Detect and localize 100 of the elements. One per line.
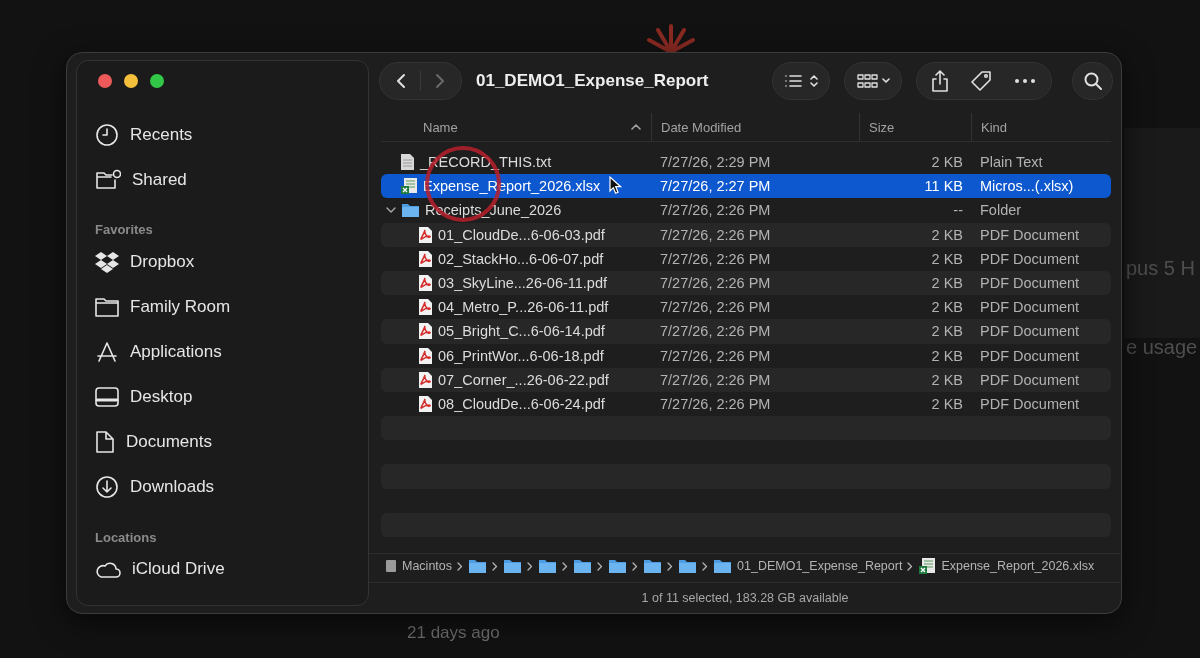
file-name: 08_CloudDe...6-06-24.pdf	[438, 395, 605, 412]
date-cell-text: 7/27/26, 2:29 PM	[659, 154, 772, 171]
close-button[interactable]	[98, 74, 112, 88]
path-separator-icon	[492, 561, 499, 571]
clock-icon	[95, 122, 119, 147]
kind-cell-text: Folder	[979, 202, 1023, 219]
file-row[interactable]: 05_Bright_C...6-06-14.pdf 7/27/26, 2:26 PM 2 KB PDF Document	[381, 319, 1111, 344]
pdf-file-icon	[418, 346, 433, 365]
path-crumb[interactable]	[643, 558, 663, 574]
folder-icon	[713, 558, 733, 574]
path-separator-icon	[562, 561, 569, 571]
caret-icon	[881, 78, 890, 84]
date-cell-text: 7/27/26, 2:26 PM	[659, 226, 772, 243]
size-cell-text: 2 KB	[930, 323, 964, 340]
path-separator-icon	[702, 561, 709, 571]
pdf-file-icon	[418, 394, 433, 413]
pdf-file-icon	[418, 322, 433, 341]
date-cell-text: 7/27/26, 2:26 PM	[659, 250, 772, 267]
kind-cell-text: PDF Document	[979, 226, 1081, 243]
size-cell-text: 2 KB	[930, 347, 964, 364]
file-name: 07_Corner_...26-06-22.pdf	[438, 371, 609, 388]
file-row[interactable]: 06_PrintWor...6-06-18.pdf 7/27/26, 2:26 PM 2 KB PDF Document	[381, 343, 1111, 368]
sidebar-item[interactable]: Documents	[95, 419, 350, 465]
date-cell-text: 7/27/26, 2:26 PM	[659, 299, 772, 316]
document-icon	[95, 430, 115, 455]
window-title: 01_DEMO1_Expense_Report	[476, 71, 710, 91]
sidebar-item[interactable]: Desktop	[95, 374, 350, 420]
path-crumb[interactable]	[538, 558, 558, 574]
kind-cell-text: PDF Document	[979, 371, 1081, 388]
section-title: Favorites	[95, 221, 154, 240]
path-separator-icon	[632, 561, 639, 571]
folder-icon	[608, 558, 628, 574]
path-separator-icon	[597, 561, 604, 571]
size-cell-text: 2 KB	[930, 250, 964, 267]
file-name: 01_CloudDe...6-06-03.pdf	[438, 226, 605, 243]
date-cell-text: 7/27/26, 2:26 PM	[659, 275, 772, 292]
spreadsheet-file-icon	[400, 177, 418, 196]
file-name: 02_StackHo...6-06-07.pdf	[438, 250, 604, 267]
timestamp-text: 21 days ago	[407, 623, 500, 643]
forward-icon	[435, 73, 445, 89]
path-crumb[interactable]: Macintos	[385, 559, 453, 573]
search-icon	[1083, 72, 1102, 90]
path-crumb[interactable]: Expense_Report_2026.xlsx	[918, 557, 1095, 575]
text-file-icon	[400, 153, 415, 172]
tag-icon	[970, 70, 992, 92]
folder-icon	[643, 558, 663, 574]
size-cell-text: 2 KB	[930, 154, 964, 171]
file-row[interactable]: 07_Corner_...26-06-22.pdf 7/27/26, 2:26 PM 2 KB PDF Document	[381, 367, 1111, 392]
sidebar-item[interactable]: Downloads	[95, 464, 350, 511]
file-row[interactable]: 01_CloudDe...6-06-03.pdf 7/27/26, 2:26 PM 2 KB PDF Document	[381, 222, 1111, 247]
file-name: 05_Bright_C...6-06-14.pdf	[438, 323, 605, 340]
file-row[interactable]: 04_Metro_P...26-06-11.pdf 7/27/26, 2:26 PM 2 KB PDF Document	[381, 295, 1111, 320]
applications-icon	[95, 340, 119, 363]
status-text: 1 of 11 selected, 183.28 GB available	[641, 591, 849, 605]
date-cell-text: 7/27/26, 2:27 PM	[659, 178, 772, 195]
path-crumb[interactable]	[503, 558, 523, 574]
sidebar-item[interactable]: Shared	[95, 157, 350, 203]
file-row[interactable]: 02_StackHo...6-06-07.pdf 7/27/26, 2:26 PM 2 KB PDF Document	[381, 246, 1111, 271]
folder-icon	[573, 558, 593, 574]
path-separator-icon	[457, 561, 464, 571]
sidebar-item[interactable]: Recents	[95, 112, 350, 158]
path-crumb[interactable]	[468, 558, 488, 574]
kind-cell-text: PDF Document	[979, 395, 1081, 412]
path-crumb[interactable]: 01_DEMO1_Expense_Report	[713, 558, 903, 574]
column-header[interactable]: Kind	[981, 119, 1111, 135]
shared-folder-icon	[95, 168, 121, 191]
kind-cell-text: PDF Document	[979, 299, 1081, 316]
date-cell-text: 7/27/26, 2:26 PM	[659, 395, 772, 412]
size-cell-text: 2 KB	[930, 299, 964, 316]
search-button[interactable]	[1072, 62, 1113, 100]
folder-icon	[503, 558, 523, 574]
path-crumb[interactable]	[678, 558, 698, 574]
size-cell-text: 2 KB	[930, 275, 964, 292]
path-separator-icon	[907, 561, 914, 571]
sidebar-item[interactable]: iCloud Drive	[95, 546, 350, 592]
size-cell-text: --	[952, 202, 964, 219]
pdf-file-icon	[418, 298, 433, 317]
path-separator-icon	[667, 561, 674, 571]
kind-cell-text: PDF Document	[979, 250, 1081, 267]
download-icon	[95, 475, 119, 500]
column-header[interactable]: Date Modified	[661, 119, 859, 135]
folder-icon	[538, 558, 558, 574]
size-cell-text: 11 KB	[923, 178, 964, 195]
path-crumb[interactable]	[573, 558, 593, 574]
kind-cell-text: Micros...(.xlsx)	[979, 178, 1075, 195]
sidebar-item[interactable]: Dropbox	[95, 239, 350, 285]
back-icon	[396, 73, 406, 89]
path-crumb[interactable]	[608, 558, 628, 574]
pointer-icon	[609, 175, 623, 194]
sidebar-item[interactable]: Family Room	[95, 284, 350, 330]
sidebar-item[interactable]: Applications	[95, 329, 350, 375]
pdf-file-icon	[418, 225, 433, 244]
file-row[interactable]: 08_CloudDe...6-06-24.pdf 7/27/26, 2:26 PM 2 KB PDF Document	[381, 391, 1111, 417]
minimize-button[interactable]	[124, 74, 138, 88]
folder-icon	[468, 558, 488, 574]
zoom-button[interactable]	[150, 74, 164, 88]
column-header[interactable]: Name	[423, 119, 631, 135]
column-header[interactable]: Size	[869, 119, 971, 135]
folder-icon	[95, 296, 119, 317]
file-row[interactable]: 03_SkyLine...26-06-11.pdf 7/27/26, 2:26 PM 2 KB PDF Document	[381, 270, 1111, 296]
